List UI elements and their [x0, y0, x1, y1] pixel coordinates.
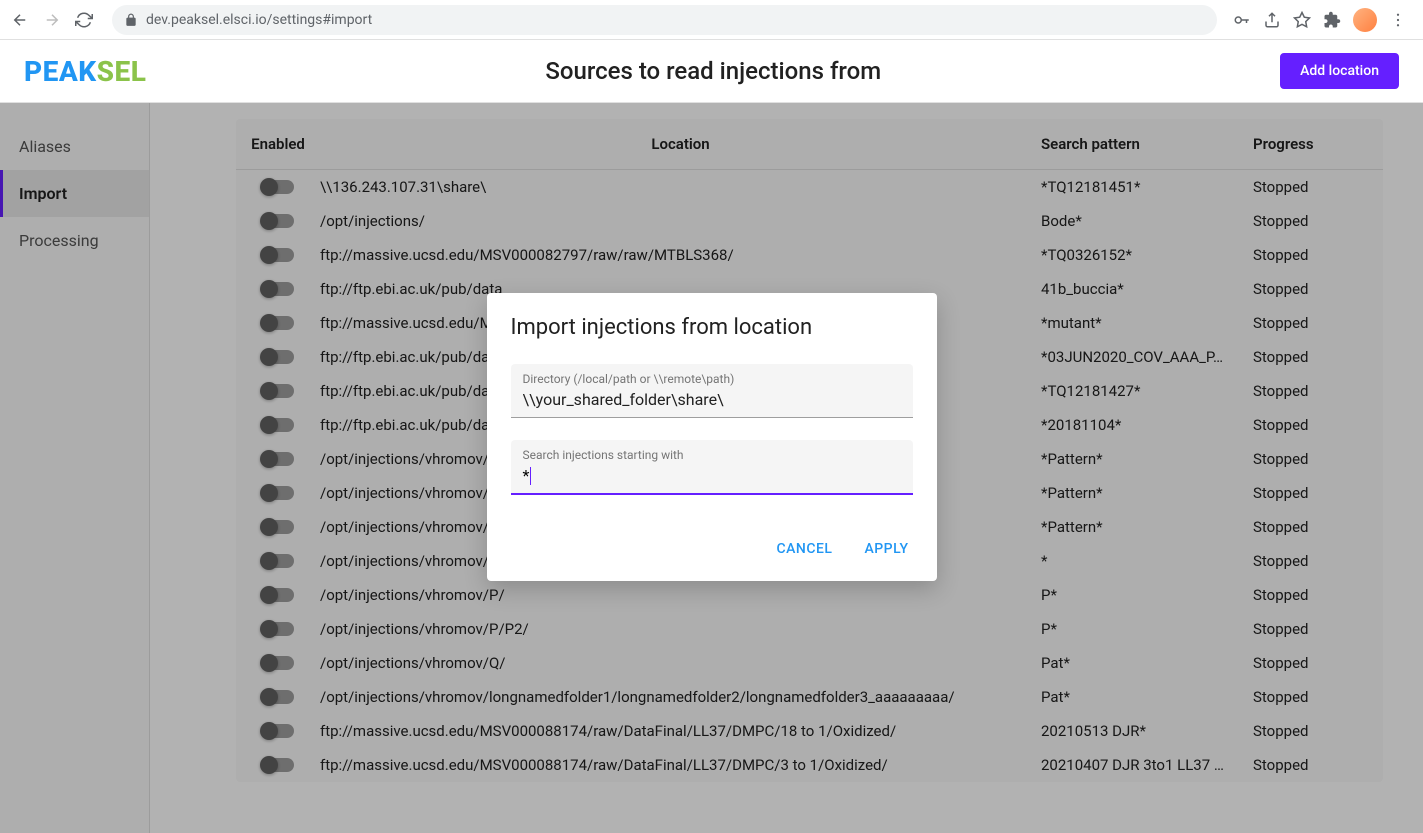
key-icon[interactable] — [1233, 11, 1251, 29]
avatar[interactable] — [1353, 8, 1377, 32]
pattern-label: Search injections starting with — [523, 448, 901, 462]
logo[interactable]: PEAKSEL — [24, 55, 146, 88]
reload-button[interactable] — [72, 8, 96, 32]
import-modal: Import injections from location Director… — [487, 293, 937, 581]
url-text: dev.peaksel.elsci.io/settings#import — [146, 12, 372, 28]
app-header: PEAKSEL Sources to read injections from … — [0, 40, 1423, 103]
directory-input[interactable] — [523, 388, 901, 411]
pattern-value-text: * — [523, 466, 530, 485]
directory-input-group[interactable]: Directory (/local/path or \\remote\path) — [511, 364, 913, 418]
pattern-input[interactable] — [531, 464, 900, 487]
pattern-input-group[interactable]: Search injections starting with * — [511, 440, 913, 495]
share-icon[interactable] — [1263, 11, 1281, 29]
url-bar[interactable]: dev.peaksel.elsci.io/settings#import — [112, 5, 1217, 35]
forward-button[interactable] — [40, 8, 64, 32]
extension-icon[interactable] — [1323, 11, 1341, 29]
menu-icon[interactable] — [1389, 11, 1407, 29]
back-button[interactable] — [8, 8, 32, 32]
cancel-button[interactable]: CANCEL — [765, 533, 845, 565]
browser-chrome: dev.peaksel.elsci.io/settings#import — [0, 0, 1423, 40]
modal-title: Import injections from location — [487, 293, 937, 352]
add-location-button[interactable]: Add location — [1280, 53, 1399, 89]
directory-label: Directory (/local/path or \\remote\path) — [523, 372, 901, 386]
modal-overlay[interactable]: Import injections from location Director… — [0, 103, 1423, 833]
star-icon[interactable] — [1293, 11, 1311, 29]
apply-button[interactable]: APPLY — [852, 533, 920, 565]
lock-icon — [124, 13, 138, 27]
page-title: Sources to read injections from — [545, 57, 881, 85]
